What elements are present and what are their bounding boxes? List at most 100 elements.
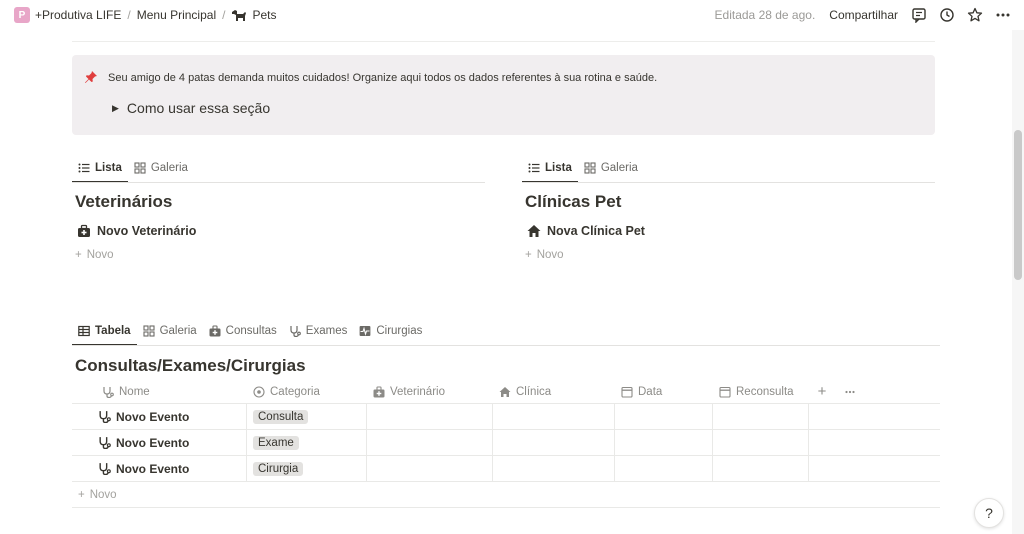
divider <box>72 41 935 42</box>
tab-events-exames[interactable]: Exames <box>283 317 354 345</box>
share-button[interactable]: Compartilhar <box>825 6 902 24</box>
category-tag: Consulta <box>253 409 309 424</box>
vets-new-button[interactable]: + Novo <box>75 249 114 261</box>
column-label: Veterinário <box>390 385 445 398</box>
table-header: Nome Categoria Veterinário Clínica Data … <box>72 380 940 404</box>
events-title: Consultas/Exames/Cirurgias <box>75 356 306 375</box>
new-label: Novo <box>89 488 117 501</box>
breadcrumb-menu-label: Menu Principal <box>136 8 217 22</box>
clinics-new-button[interactable]: + Novo <box>525 249 564 261</box>
list-icon <box>528 163 540 173</box>
gallery-icon <box>134 162 146 174</box>
medical-bag-icon <box>209 325 221 337</box>
toggle-arrow-icon[interactable]: ▶ <box>112 103 119 114</box>
category-cell[interactable]: Cirurgia <box>247 456 367 481</box>
more-options-icon[interactable] <box>992 4 1014 26</box>
column-header-categoria[interactable]: Categoria <box>247 380 367 403</box>
how-to-toggle[interactable]: ▶ Como usar essa seção <box>112 100 270 116</box>
tab-events-consultas[interactable]: Consultas <box>203 317 283 345</box>
row-name: Novo Evento <box>116 461 190 476</box>
vet-cell[interactable] <box>367 456 493 481</box>
toggle-label: Como usar essa seção <box>126 100 271 116</box>
clinic-cell[interactable] <box>493 430 615 455</box>
table-row[interactable]: Novo Evento Cirurgia <box>72 456 940 482</box>
new-label: Novo <box>536 249 564 261</box>
date-cell[interactable] <box>615 404 713 429</box>
tab-label: Consultas <box>225 325 277 337</box>
row-name: Novo Evento <box>116 409 190 424</box>
plus-icon: + <box>525 249 532 261</box>
column-header-veterinario[interactable]: Veterinário <box>367 380 493 403</box>
category-cell[interactable]: Exame <box>247 430 367 455</box>
category-cell[interactable]: Consulta <box>247 404 367 429</box>
scrollbar-thumb[interactable] <box>1014 130 1022 280</box>
tab-label: Cirurgias <box>376 325 423 337</box>
breadcrumb-pets[interactable]: Pets <box>227 6 280 24</box>
column-header-nome[interactable]: Nome <box>72 380 247 403</box>
tab-clinics-list[interactable]: Lista <box>522 154 578 183</box>
column-label: Nome <box>119 385 150 398</box>
dog-icon <box>232 10 247 21</box>
name-cell[interactable]: Novo Evento <box>72 456 247 481</box>
column-label: Data <box>638 385 663 398</box>
tabs-divider <box>72 182 485 183</box>
clinics-title: Clínicas Pet <box>525 192 622 211</box>
events-view-tabs: Tabela Galeria Consultas Exames Cirurgia… <box>72 317 428 346</box>
column-label: Reconsulta <box>736 385 794 398</box>
table-icon <box>78 325 90 337</box>
gallery-icon <box>584 162 596 174</box>
comments-icon[interactable] <box>908 4 930 26</box>
tabs-divider <box>522 182 935 183</box>
date-cell[interactable] <box>615 430 713 455</box>
tab-events-table[interactable]: Tabela <box>72 317 137 346</box>
clinic-cell[interactable] <box>493 404 615 429</box>
tab-label: Lista <box>95 162 122 174</box>
calendar-icon <box>719 386 731 398</box>
tab-vets-list[interactable]: Lista <box>72 154 128 183</box>
stethoscope-icon <box>99 437 111 449</box>
history-clock-icon[interactable] <box>936 4 958 26</box>
category-tag: Exame <box>253 435 299 450</box>
vet-cell[interactable] <box>367 430 493 455</box>
recheck-cell[interactable] <box>713 404 809 429</box>
vets-item[interactable]: Novo Veterinário <box>77 224 196 238</box>
table-new-row-button[interactable]: + Novo <box>72 482 940 508</box>
clinic-cell[interactable] <box>493 456 615 481</box>
tab-events-gallery[interactable]: Galeria <box>137 317 203 345</box>
column-label: Categoria <box>270 385 320 398</box>
clinics-item[interactable]: Nova Clínica Pet <box>527 224 645 238</box>
column-header-clinica[interactable]: Clínica <box>493 380 615 403</box>
new-label: Novo <box>86 249 114 261</box>
list-icon <box>78 163 90 173</box>
tab-clinics-gallery[interactable]: Galeria <box>578 154 644 182</box>
tab-label: Tabela <box>95 325 131 337</box>
breadcrumb-menu[interactable]: Menu Principal <box>133 6 220 24</box>
category-tag: Cirurgia <box>253 461 304 476</box>
name-cell[interactable]: Novo Evento <box>72 404 247 429</box>
breadcrumb-workspace-label: +Produtiva LIFE <box>35 8 122 22</box>
breadcrumb-workspace[interactable]: P +Produtiva LIFE <box>10 5 125 25</box>
table-row[interactable]: Novo Evento Consulta <box>72 404 940 430</box>
vets-view-tabs: Lista Galeria <box>72 154 194 183</box>
tab-label: Galeria <box>159 325 197 337</box>
vet-cell[interactable] <box>367 404 493 429</box>
scrollbar[interactable] <box>1012 30 1024 534</box>
favorite-star-icon[interactable] <box>964 4 986 26</box>
add-property-button[interactable]: + <box>809 380 835 403</box>
row-name: Novo Evento <box>116 435 190 450</box>
help-button[interactable]: ? <box>974 498 1004 528</box>
column-header-data[interactable]: Data <box>615 380 713 403</box>
stethoscope-icon <box>103 386 114 398</box>
date-cell[interactable] <box>615 456 713 481</box>
tab-vets-gallery[interactable]: Galeria <box>128 154 194 182</box>
table-row[interactable]: Novo Evento Exame <box>72 430 940 456</box>
more-options-icon[interactable] <box>835 380 865 403</box>
medical-bag-icon <box>373 385 385 397</box>
vets-title: Veterinários <box>75 192 173 211</box>
column-header-reconsulta[interactable]: Reconsulta <box>713 380 809 403</box>
house-icon <box>527 225 541 237</box>
tab-events-cirurgias[interactable]: Cirurgias <box>353 317 428 345</box>
recheck-cell[interactable] <box>713 456 809 481</box>
recheck-cell[interactable] <box>713 430 809 455</box>
name-cell[interactable]: Novo Evento <box>72 430 247 455</box>
